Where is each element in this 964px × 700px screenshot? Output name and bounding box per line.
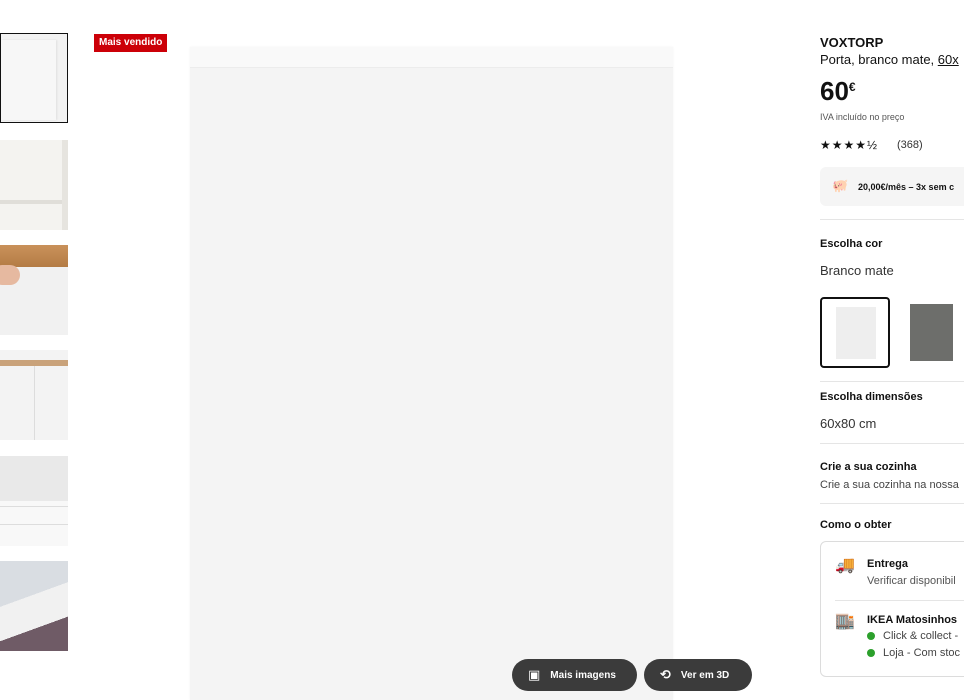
view-3d-label: Ver em 3D (680, 669, 730, 681)
review-count[interactable]: (368) (897, 139, 923, 151)
thumbnail-2[interactable] (0, 140, 68, 230)
click-collect-status: Click & collect - (867, 630, 958, 642)
thumbnail-5[interactable] (0, 456, 68, 546)
thumbnail-1[interactable] (0, 33, 68, 123)
size-value[interactable]: 60x80 cm (820, 416, 876, 431)
rating-stars-icon[interactable]: ★★★★½ (820, 138, 878, 152)
product-name: VOXTORP (820, 35, 884, 50)
color-label: Escolha cor (820, 238, 883, 250)
rotate-3d-icon: ⟲ (660, 667, 671, 682)
main-product-image[interactable] (190, 47, 673, 700)
divider (820, 219, 964, 220)
truck-icon: 🚚 (835, 557, 855, 574)
store-icon: 🏬 (835, 613, 855, 630)
kitchen-subtitle: Crie a sua cozinha na nossa (820, 479, 959, 491)
size-label: Escolha dimensões (820, 391, 923, 403)
store-stock-status: Loja - Com stoc (867, 647, 960, 659)
color-swatch-grey[interactable] (910, 304, 953, 361)
fulfilment-box: 🚚 Entrega Verificar disponibil 🏬 IKEA Ma… (820, 541, 964, 677)
size-link[interactable]: 60x (938, 52, 959, 67)
financing-banner[interactable]: 🐖 20,00€/mês – 3x sem c (820, 167, 964, 206)
product-price: 60€ (820, 76, 856, 106)
view-3d-button[interactable]: ⟲ Ver em 3D (644, 659, 752, 691)
product-description: Porta, branco mate, 60x (820, 52, 959, 67)
thumbnail-6[interactable] (0, 561, 68, 651)
delivery-title[interactable]: Entrega (867, 558, 908, 570)
thumbnail-4[interactable] (0, 350, 68, 440)
kitchen-title[interactable]: Crie a sua cozinha (820, 461, 917, 473)
green-status-dot-icon (867, 632, 875, 640)
color-swatch-white[interactable] (820, 297, 890, 368)
images-icon: ▣ (528, 667, 541, 682)
delivery-availability[interactable]: Verificar disponibil (867, 575, 956, 587)
more-images-button[interactable]: ▣ Mais imagens (512, 659, 637, 691)
green-status-dot-icon (867, 649, 875, 657)
divider (820, 381, 964, 382)
divider (820, 503, 964, 504)
divider (820, 443, 964, 444)
best-seller-badge: Mais vendido (94, 34, 168, 52)
color-value: Branco mate (820, 263, 894, 278)
vat-note: IVA incluído no preço (820, 112, 905, 122)
divider (835, 600, 964, 601)
piggy-bank-icon: 🐖 (832, 178, 849, 193)
obtain-label: Como o obter (820, 519, 892, 531)
more-images-label: Mais imagens (550, 669, 616, 681)
thumbnail-strip (0, 0, 70, 700)
store-name[interactable]: IKEA Matosinhos (867, 614, 957, 626)
product-info-panel: VOXTORP Porta, branco mate, 60x 60€ IVA … (820, 0, 964, 700)
thumbnail-3[interactable] (0, 245, 68, 335)
